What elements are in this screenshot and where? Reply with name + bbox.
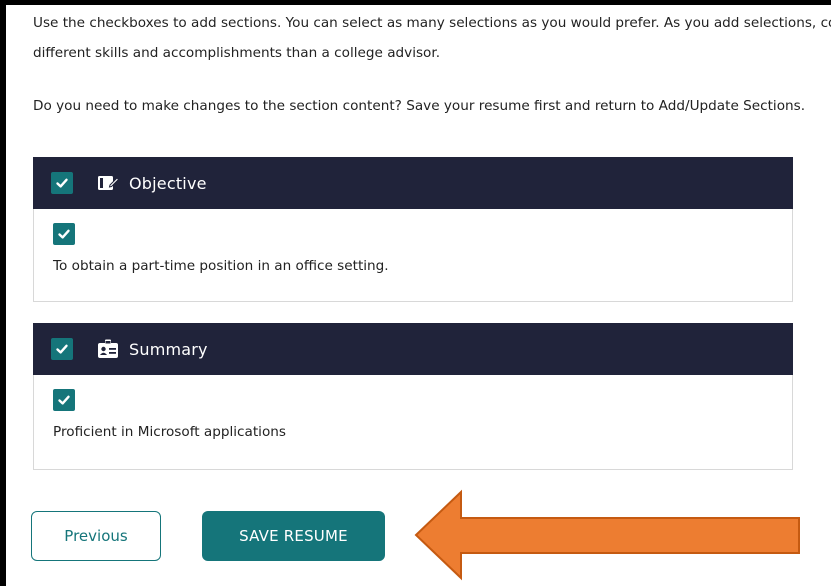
previous-button[interactable]: Previous <box>31 511 161 561</box>
instructions-line-2: different skills and accomplishments tha… <box>33 45 441 61</box>
section-header-summary: Summary <box>33 323 793 375</box>
check-icon <box>56 178 68 188</box>
instructions: Use the checkboxes to add sections. You … <box>33 8 831 121</box>
item-checkbox-objective[interactable] <box>53 223 75 245</box>
notebook-edit-icon <box>97 173 119 193</box>
section-text-summary: Proficient in Microsoft applications <box>53 424 286 440</box>
section-card-summary: Summary Proficient in Microsoft applicat… <box>33 323 793 470</box>
check-icon <box>56 344 68 354</box>
section-body-summary: Proficient in Microsoft applications <box>34 375 792 440</box>
section-title-objective: Objective <box>129 173 207 193</box>
pointer-arrow-icon <box>414 489 800 581</box>
id-card-icon <box>97 339 119 359</box>
item-checkbox-summary[interactable] <box>53 389 75 411</box>
section-card-objective: Objective To obtain a part-time position… <box>33 157 793 302</box>
section-checkbox-objective[interactable] <box>51 172 73 194</box>
instructions-line-1: Use the checkboxes to add sections. You … <box>33 15 831 31</box>
window-left-border <box>0 0 6 586</box>
check-icon <box>58 395 70 405</box>
save-resume-button[interactable]: SAVE RESUME <box>202 511 385 561</box>
instructions-line-3: Do you need to make changes to the secti… <box>33 98 806 114</box>
section-title-summary: Summary <box>129 339 208 359</box>
section-header-objective: Objective <box>33 157 793 209</box>
check-icon <box>58 229 70 239</box>
window-top-border <box>0 0 831 5</box>
section-text-objective: To obtain a part-time position in an off… <box>53 258 389 274</box>
section-checkbox-summary[interactable] <box>51 338 73 360</box>
section-body-objective: To obtain a part-time position in an off… <box>34 209 792 274</box>
